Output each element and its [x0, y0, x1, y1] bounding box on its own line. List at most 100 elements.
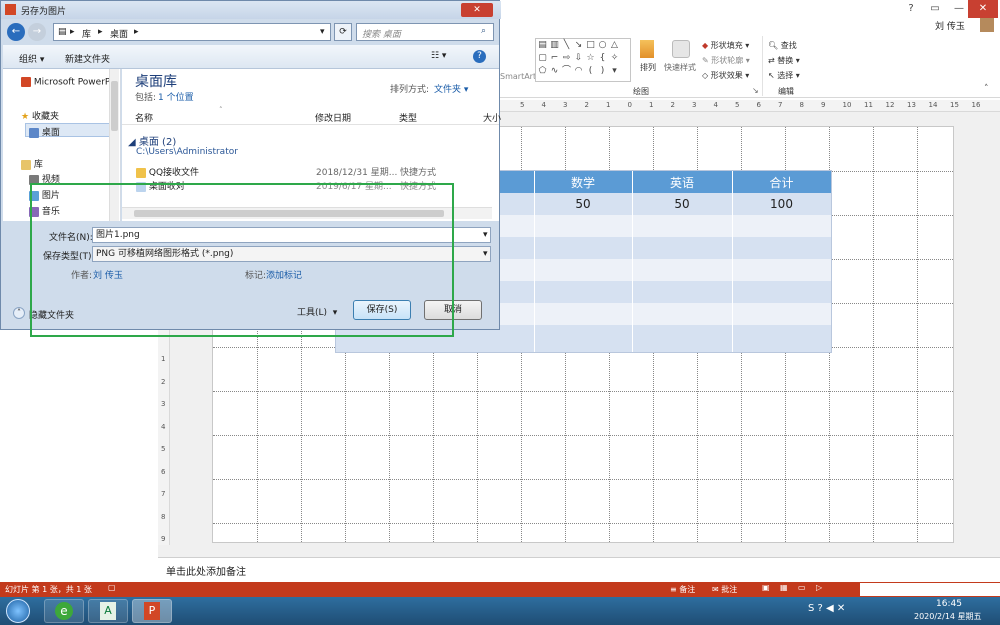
bent-shape-icon[interactable]: ⌒	[561, 66, 572, 77]
shape-outline-button[interactable]: ✎ 形状轮廓 ▾	[702, 55, 750, 66]
forward-icon[interactable]: →	[28, 23, 46, 41]
sort-dropdown[interactable]: 文件夹 ▾	[434, 82, 468, 95]
select-button[interactable]: ↖ 选择 ▾	[768, 70, 800, 81]
notes-toggle[interactable]: ≡ 备注	[670, 584, 695, 595]
textbox-v-shape-icon[interactable]: ▥	[549, 40, 560, 51]
organize-button[interactable]: 组织 ▾	[19, 52, 44, 65]
l-shape-icon[interactable]: ⌐	[549, 53, 560, 64]
nav-desktop[interactable]: 桌面	[29, 125, 60, 138]
slideshow-icon[interactable]: ▷	[816, 583, 822, 592]
ruler-h-tick: 13	[907, 101, 916, 109]
shapes-gallery[interactable]: ▤ ▥ ╲ ↘ □ ○ △ ▢ ⌐ ⇨ ⇩ ☆ { ✧ ⬠ ∿ ⌒ ◠ ( ) …	[535, 38, 631, 82]
more-shapes-icon[interactable]: ▾	[609, 66, 620, 77]
filename-dropdown-icon[interactable]: ▾	[483, 230, 488, 240]
star-icon: ★	[21, 112, 30, 122]
arrow-down-shape-icon[interactable]: ⇩	[573, 53, 584, 64]
new-folder-button[interactable]: 新建文件夹	[65, 52, 110, 65]
nav-recent-app[interactable]: Microsoft PowerPo	[21, 77, 116, 88]
triangle-shape-icon[interactable]: △	[609, 40, 620, 51]
find-button[interactable]: 🔍︎ 查找	[768, 40, 797, 51]
col-size[interactable]: 大小	[483, 111, 501, 124]
col-type[interactable]: 类型	[399, 111, 417, 124]
list-item[interactable]: QQ接收文件	[136, 165, 199, 178]
clock-date[interactable]: 2020/2/14 星期五	[914, 611, 982, 622]
dialog-launcher-icon[interactable]: ↘	[752, 86, 759, 95]
shape-effects-button[interactable]: ◇ 形状效果 ▾	[702, 70, 749, 81]
normal-view-icon[interactable]: ▣	[762, 583, 770, 592]
nav-libraries[interactable]: 库	[21, 157, 43, 170]
line-shape-icon[interactable]: ╲	[561, 40, 572, 51]
col-date[interactable]: 修改日期	[315, 111, 351, 124]
taskbar-powerpoint[interactable]: P	[132, 599, 172, 623]
refresh-icon[interactable]: ⟳	[334, 23, 352, 41]
comments-toggle[interactable]: ✉ 批注	[712, 584, 737, 595]
arrow-line-shape-icon[interactable]: ↘	[573, 40, 584, 51]
star-shape-icon[interactable]: ☆	[585, 53, 596, 64]
quick-styles-button[interactable]: 快速样式	[664, 62, 696, 73]
table-header-math[interactable]: 数学	[534, 174, 632, 191]
arrange-icon[interactable]	[640, 40, 654, 58]
shape-fill-button[interactable]: ◆ 形状填充 ▾	[702, 40, 749, 51]
quick-styles-icon[interactable]	[672, 40, 690, 58]
rectangle-shape-icon[interactable]: □	[585, 40, 596, 51]
back-icon[interactable]: ←	[7, 23, 25, 41]
search-icon[interactable]: ⌕	[481, 26, 486, 36]
nav-favorites[interactable]: ★ 收藏夹	[21, 109, 59, 122]
breadcrumb-desktop[interactable]: 桌面	[110, 27, 128, 40]
spellcheck-icon[interactable]: ▢	[108, 583, 116, 592]
pentagon-shape-icon[interactable]: ⬠	[537, 66, 548, 77]
clock-time[interactable]: 16:45	[936, 599, 962, 609]
rounded-rect-shape-icon[interactable]: ▢	[537, 53, 548, 64]
smartart-label[interactable]: SmartArt	[500, 72, 536, 81]
collapse-ribbon-icon[interactable]: ˄	[984, 84, 989, 94]
tray-icons[interactable]: S ? ◀ ✕	[808, 603, 845, 614]
star2-shape-icon[interactable]: ✧	[609, 53, 620, 64]
user-name[interactable]: 刘 传玉	[935, 19, 965, 32]
table-cell-total[interactable]: 100	[732, 197, 831, 211]
ruler-h-tick: 1	[606, 101, 611, 109]
address-dropdown-icon[interactable]: ▾	[320, 27, 325, 37]
slide-gridline	[213, 391, 953, 392]
notes-pane[interactable]: 单击此处添加备注	[158, 557, 1000, 582]
textbox-shape-icon[interactable]: ▤	[537, 40, 548, 51]
reading-view-icon[interactable]: ▭	[798, 583, 806, 592]
close-icon[interactable]: ✕	[968, 0, 998, 18]
collapse-icon[interactable]: ˄	[13, 307, 25, 319]
search-input[interactable]: 搜索 桌面 ⌕	[356, 23, 494, 41]
arrow-right-shape-icon[interactable]: ⇨	[561, 53, 572, 64]
oval-shape-icon[interactable]: ○	[597, 40, 608, 51]
brace-shape-icon[interactable]: {	[597, 53, 608, 64]
curve-shape-icon[interactable]: ∿	[549, 66, 560, 77]
table-header-english[interactable]: 英语	[632, 174, 732, 191]
dialog-close-icon[interactable]: ✕	[461, 3, 493, 17]
table-cell-english[interactable]: 50	[632, 197, 732, 211]
help-icon[interactable]: ?	[473, 50, 486, 63]
notes-placeholder[interactable]: 单击此处添加备注	[166, 563, 246, 578]
ribbon: SmartArt ▤ ▥ ╲ ↘ □ ○ △ ▢ ⌐ ⇨ ⇩ ☆ { ✧ ⬠ ∿…	[500, 36, 1000, 98]
search-placeholder: 搜索 桌面	[362, 30, 401, 40]
col-name[interactable]: 名称	[135, 111, 153, 124]
nav-scroll-thumb[interactable]	[111, 81, 118, 131]
start-button[interactable]	[6, 599, 30, 623]
view-options-icon[interactable]: ☷ ▾	[431, 51, 446, 61]
group-header[interactable]: ◢ 桌面 (2)	[128, 133, 176, 148]
table-cell-math[interactable]: 50	[534, 197, 632, 211]
taskbar-ie[interactable]: e	[44, 599, 84, 623]
includes-link[interactable]: 1 个位置	[158, 90, 194, 103]
breadcrumb-library[interactable]: 库	[82, 27, 91, 40]
taskbar-app2[interactable]: A	[88, 599, 128, 623]
paren-shape-icon[interactable]: (	[585, 66, 596, 77]
paren2-shape-icon[interactable]: )	[597, 66, 608, 77]
dialog-titlebar[interactable]: 另存为图片 ✕	[1, 1, 501, 19]
ruler-h-tick: 12	[885, 101, 895, 109]
slide-sorter-icon[interactable]: ▦	[780, 583, 788, 592]
ruler-h-tick: 3	[563, 101, 568, 109]
filetype-dropdown-icon[interactable]: ▾	[483, 249, 488, 259]
ruler-h-tick: 11	[864, 101, 873, 109]
replace-button[interactable]: ⇄ 替换 ▾	[768, 55, 800, 66]
avatar[interactable]	[980, 18, 994, 32]
arrange-button[interactable]: 排列	[640, 62, 656, 73]
table-header-total[interactable]: 合计	[732, 174, 831, 191]
address-bar[interactable]: ▤ ▸ 库 ▸ 桌面 ▸ ▾	[53, 23, 331, 41]
arc-shape-icon[interactable]: ◠	[573, 66, 584, 77]
